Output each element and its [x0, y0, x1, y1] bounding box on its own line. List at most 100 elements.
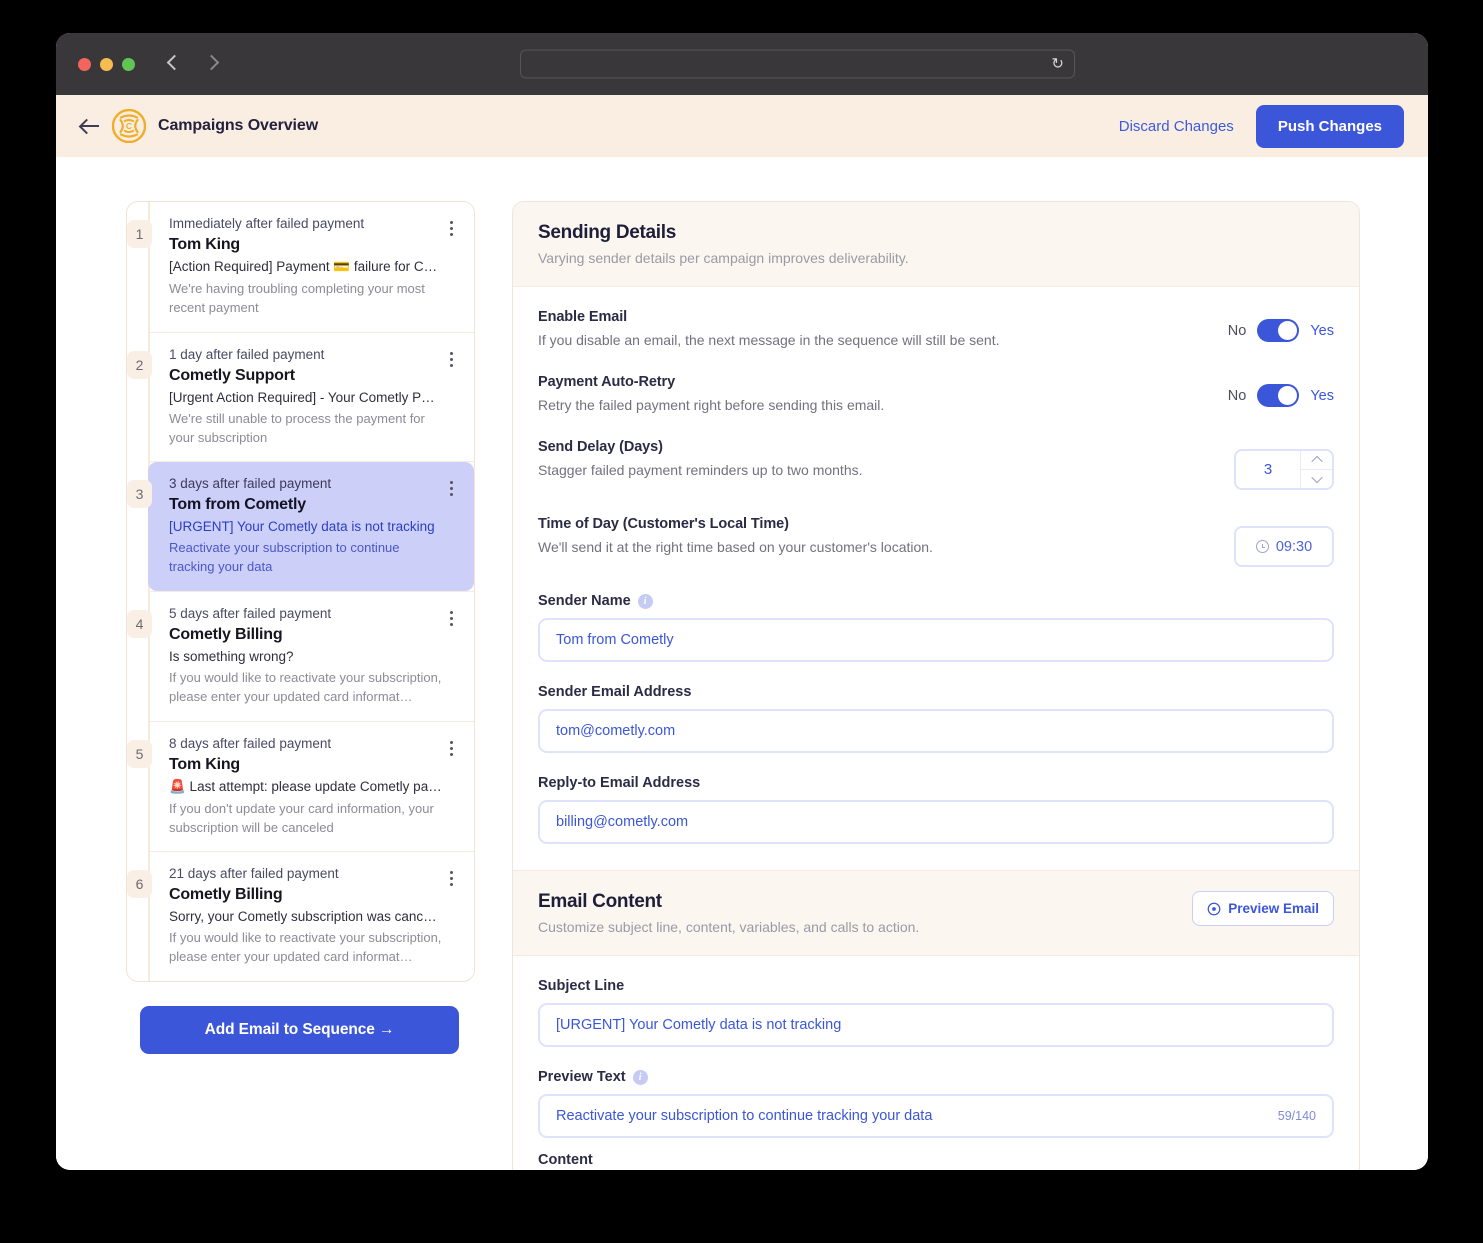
- time-of-day-control: 09:30: [1234, 516, 1334, 567]
- preview-text-label: Preview Text: [538, 1069, 626, 1085]
- eye-icon: [1207, 902, 1221, 916]
- sequence-item-timing: 3 days after failed payment: [169, 476, 332, 492]
- preview-text-input[interactable]: Reactivate your subscription to continue…: [538, 1094, 1334, 1138]
- sequence-item-subject: Is something wrong?: [169, 649, 294, 665]
- sequence-item-subject: 🚨 Last attempt: please update Cometly pa…: [169, 778, 442, 794]
- reply-to-field-group: Reply-to Email Address billing@cometly.c…: [538, 775, 1334, 844]
- sequence-item-2[interactable]: 2 1 day after failed payment Cometly Sup…: [127, 331, 474, 462]
- sequence-item-sender: Tom King: [169, 755, 240, 773]
- dot: [449, 487, 453, 491]
- reply-to-input[interactable]: billing@cometly.com: [538, 800, 1334, 844]
- chevron-down-icon: [1310, 471, 1323, 484]
- payment-auto-retry-toggle-group: No Yes: [1228, 384, 1334, 407]
- sequence-item-subject: Sorry, your Cometly subscription was can…: [169, 909, 442, 925]
- back-arrow-icon[interactable]: [78, 114, 102, 138]
- push-changes-button[interactable]: Push Changes: [1255, 104, 1404, 148]
- sequence-item-body: 21 days after failed payment Cometly Bil…: [148, 866, 442, 967]
- dot: [449, 877, 453, 881]
- sender-name-label: Sender Name: [538, 593, 631, 609]
- maximize-window-button[interactable]: [122, 57, 135, 71]
- payment-auto-retry-labels: Payment Auto-Retry Retry the failed paym…: [538, 374, 1228, 413]
- sequence-item-3[interactable]: 3 3 days after failed payment Tom from C…: [127, 461, 474, 592]
- clock-icon: [1255, 540, 1269, 553]
- send-delay-value[interactable]: 3: [1236, 451, 1300, 488]
- send-delay-control: 3: [1234, 439, 1334, 490]
- minimize-window-button[interactable]: [100, 57, 113, 71]
- enable-email-toggle[interactable]: [1257, 319, 1300, 342]
- send-delay-arrows: [1300, 451, 1332, 488]
- sequence-item-1[interactable]: 1 Immediately after failed payment Tom K…: [127, 202, 474, 332]
- enable-email-row: Enable Email If you disable an email, th…: [538, 309, 1334, 348]
- sequence-item-subject: [URGENT] Your Cometly data is not tracki…: [169, 519, 435, 535]
- time-of-day-input[interactable]: 09:30: [1234, 526, 1334, 567]
- chevron-left-icon: [166, 54, 183, 71]
- send-delay-decrement-button[interactable]: [1301, 469, 1332, 488]
- step-number-badge: 3: [127, 480, 152, 509]
- dot: [449, 481, 453, 485]
- browser-forward-button[interactable]: [203, 53, 221, 75]
- sequence-item-menu-icon[interactable]: [442, 216, 460, 318]
- sequence-item-menu-icon[interactable]: [442, 476, 460, 577]
- browser-back-button[interactable]: [166, 53, 183, 75]
- toggle-knob: [1278, 386, 1298, 405]
- sequence-item-body: 5 days after failed payment Cometly Bill…: [148, 606, 442, 707]
- info-icon[interactable]: i: [632, 1069, 648, 1085]
- sequence-item-preview: We're still unable to process the paymen…: [169, 410, 425, 445]
- enable-email-off-label: No: [1227, 322, 1247, 339]
- send-delay-stepper[interactable]: 3: [1234, 449, 1334, 490]
- sender-email-label-row: Sender Email Address: [538, 684, 1334, 700]
- sequence-item-sender: Tom from Cometly: [169, 496, 306, 514]
- sequence-item-5[interactable]: 5 8 days after failed payment Tom King 🚨…: [127, 720, 474, 852]
- sequence-item-body: 3 days after failed payment Tom from Com…: [148, 476, 442, 577]
- dot: [449, 617, 453, 621]
- info-icon[interactable]: i: [637, 593, 653, 609]
- sending-details-body: Enable Email If you disable an email, th…: [513, 287, 1359, 870]
- add-email-to-sequence-button[interactable]: Add Email to Sequence →: [140, 1006, 459, 1055]
- preview-email-button[interactable]: Preview Email: [1192, 891, 1334, 926]
- sequence-panel: 1 Immediately after failed payment Tom K…: [126, 201, 475, 1170]
- sequence-item-body: 8 days after failed payment Tom King 🚨 L…: [148, 736, 442, 838]
- send-delay-label: Send Delay (Days): [538, 439, 663, 455]
- step-number-badge: 2: [127, 350, 152, 379]
- payment-auto-retry-toggle[interactable]: [1257, 384, 1300, 407]
- send-delay-increment-button[interactable]: [1301, 451, 1332, 469]
- preview-text-character-counter: 59/140: [1277, 1109, 1316, 1123]
- discard-changes-button[interactable]: Discard Changes: [1119, 118, 1234, 135]
- chevron-up-icon: [1310, 455, 1323, 468]
- sequence-item-6[interactable]: 6 21 days after failed payment Cometly B…: [127, 851, 474, 981]
- preview-email-label: Preview Email: [1228, 901, 1319, 916]
- svg-text:C: C: [126, 121, 132, 131]
- time-of-day-labels: Time of Day (Customer's Local Time) We'l…: [538, 516, 1234, 555]
- dot: [449, 740, 453, 744]
- address-bar[interactable]: ↻: [520, 49, 1075, 79]
- time-of-day-value: 09:30: [1275, 538, 1313, 555]
- main-content: 1 Immediately after failed payment Tom K…: [56, 157, 1428, 1170]
- sequence-item-preview: Reactivate your subscription to continue…: [169, 540, 400, 575]
- dot: [449, 871, 453, 875]
- content-section-label: Content: [538, 1152, 593, 1168]
- subject-line-input[interactable]: [URGENT] Your Cometly data is not tracki…: [538, 1003, 1334, 1047]
- sending-details-title: Sending Details: [538, 222, 677, 243]
- preview-text-label-row: Preview Text i: [538, 1069, 1334, 1085]
- sender-name-input[interactable]: Tom from Cometly: [538, 618, 1334, 662]
- sequence-item-menu-icon[interactable]: [442, 866, 460, 967]
- sequence-list: 1 Immediately after failed payment Tom K…: [126, 201, 475, 983]
- sequence-item-menu-icon[interactable]: [442, 347, 460, 448]
- reload-icon[interactable]: ↻: [1051, 57, 1064, 72]
- email-content-subtitle: Customize subject line, content, variabl…: [538, 919, 920, 935]
- sequence-item-menu-icon[interactable]: [442, 606, 460, 707]
- browser-titlebar: ↻: [56, 33, 1428, 95]
- step-number-badge: 1: [127, 220, 152, 248]
- sequence-item-4[interactable]: 4 5 days after failed payment Cometly Bi…: [127, 591, 474, 721]
- time-of-day-label: Time of Day (Customer's Local Time): [538, 516, 789, 532]
- dot: [449, 623, 453, 627]
- enable-email-control: No Yes: [1228, 309, 1334, 342]
- sending-details-header: Sending Details Varying sender details p…: [513, 202, 1359, 287]
- close-window-button[interactable]: [78, 57, 91, 71]
- enable-email-label: Enable Email: [538, 309, 628, 325]
- dot: [449, 357, 453, 361]
- sequence-item-timing: 8 days after failed payment: [169, 735, 332, 751]
- dot: [449, 752, 453, 756]
- sequence-item-menu-icon[interactable]: [442, 736, 460, 838]
- sender-email-input[interactable]: tom@cometly.com: [538, 709, 1334, 753]
